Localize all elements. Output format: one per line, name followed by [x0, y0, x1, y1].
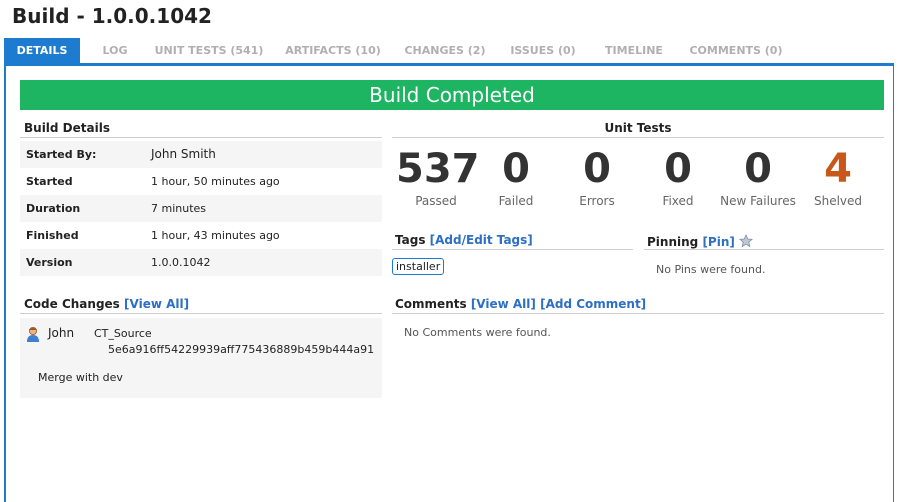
detail-value: 7 minutes — [151, 202, 207, 215]
detail-row-duration: Duration 7 minutes — [20, 195, 382, 222]
stat-fixed[interactable]: 0 Fixed — [638, 146, 718, 208]
stat-label: Fixed — [662, 194, 694, 208]
code-changes-title: Code Changes — [24, 297, 120, 311]
build-status-banner: Build Completed — [20, 80, 884, 110]
pinning-heading: Pinning [Pin] — [644, 232, 884, 250]
tab-unit-tests[interactable]: UNIT TESTS (541) — [154, 38, 264, 64]
build-page: Build - 1.0.0.1042 DETAILS LOG UNIT TEST… — [0, 0, 898, 502]
detail-label: Started — [26, 175, 73, 188]
stat-value: 4 — [824, 146, 852, 192]
tab-changes[interactable]: CHANGES (2) — [400, 38, 490, 64]
tag-chip[interactable]: installer — [392, 258, 445, 275]
tab-bar: DETAILS LOG UNIT TESTS (541) ARTIFACTS (… — [4, 38, 894, 66]
change-repository: CT_Source — [94, 327, 152, 340]
stat-label: New Failures — [720, 194, 796, 208]
pin-link[interactable]: [Pin] — [702, 235, 734, 249]
stat-value: 0 — [583, 146, 611, 192]
stat-label: Shelved — [813, 194, 863, 208]
stat-value: 0 — [664, 146, 692, 192]
change-commit-hash[interactable]: 5e6a916ff54229939aff775436889b459b444a91 — [108, 343, 374, 356]
stat-new-failures[interactable]: 0 New Failures — [713, 146, 803, 208]
stat-label: Passed — [415, 194, 457, 208]
tab-timeline[interactable]: TIMELINE — [598, 38, 670, 64]
tab-issues[interactable]: ISSUES (0) — [508, 38, 578, 64]
tags-heading: Tags [Add/Edit Tags] — [392, 232, 633, 250]
view-all-comments-link[interactable]: [View All] — [471, 297, 536, 311]
no-comments-message: No Comments were found. — [404, 326, 551, 339]
stat-shelved[interactable]: 4 Shelved — [798, 146, 878, 208]
detail-row-version: Version 1.0.0.1042 — [20, 249, 382, 276]
pinning-title: Pinning — [647, 235, 699, 249]
build-details-table: Started By: John Smith Started 1 hour, 5… — [20, 141, 382, 276]
detail-value: 1 hour, 50 minutes ago — [151, 175, 280, 188]
detail-row-started: Started 1 hour, 50 minutes ago — [20, 168, 382, 195]
page-title: Build - 1.0.0.1042 — [12, 4, 212, 28]
detail-label: Duration — [26, 202, 81, 215]
stat-value: 0 — [502, 146, 530, 192]
stat-passed[interactable]: 537 Passed — [396, 146, 480, 208]
comments-heading: Comments [View All] [Add Comment] — [392, 296, 884, 314]
user-avatar-icon — [26, 326, 40, 346]
comments-title: Comments — [395, 297, 467, 311]
change-author[interactable]: John — [48, 326, 74, 340]
tags-title: Tags — [395, 233, 426, 247]
detail-row-finished: Finished 1 hour, 43 minutes ago — [20, 222, 382, 249]
stat-label: Failed — [498, 194, 534, 208]
build-details-title: Build Details — [24, 121, 110, 135]
stat-label: Errors — [579, 194, 615, 208]
detail-row-started-by: Started By: John Smith — [20, 141, 382, 168]
detail-value: John Smith — [151, 147, 216, 161]
code-changes-heading: Code Changes [View All] — [20, 296, 382, 314]
unit-tests-heading: Unit Tests — [392, 120, 884, 138]
no-pins-message: No Pins were found. — [656, 263, 766, 276]
detail-label: Version — [26, 256, 73, 269]
detail-label: Finished — [26, 229, 79, 242]
detail-value: 1.0.0.1042 — [151, 256, 211, 269]
tab-log[interactable]: LOG — [94, 38, 136, 64]
stat-value: 537 — [396, 146, 480, 192]
tab-artifacts[interactable]: ARTIFACTS (10) — [284, 38, 382, 64]
build-details-heading: Build Details — [20, 120, 382, 138]
add-edit-tags-link[interactable]: [Add/Edit Tags] — [430, 233, 533, 247]
view-all-changes-link[interactable]: [View All] — [124, 297, 189, 311]
stat-errors[interactable]: 0 Errors — [557, 146, 637, 208]
tab-content: Build Completed Build Details Started By… — [4, 66, 894, 502]
tab-details[interactable]: DETAILS — [4, 38, 80, 64]
tab-comments[interactable]: COMMENTS (0) — [688, 38, 784, 64]
pin-icon[interactable] — [739, 234, 754, 251]
detail-label: Started By: — [26, 148, 97, 161]
stat-value: 0 — [744, 146, 772, 192]
add-comment-link[interactable]: [Add Comment] — [540, 297, 646, 311]
detail-value: 1 hour, 43 minutes ago — [151, 229, 280, 242]
code-change-item: John CT_Source 5e6a916ff54229939aff77543… — [20, 318, 382, 398]
stat-failed[interactable]: 0 Failed — [476, 146, 556, 208]
change-message: Merge with dev — [38, 371, 123, 384]
